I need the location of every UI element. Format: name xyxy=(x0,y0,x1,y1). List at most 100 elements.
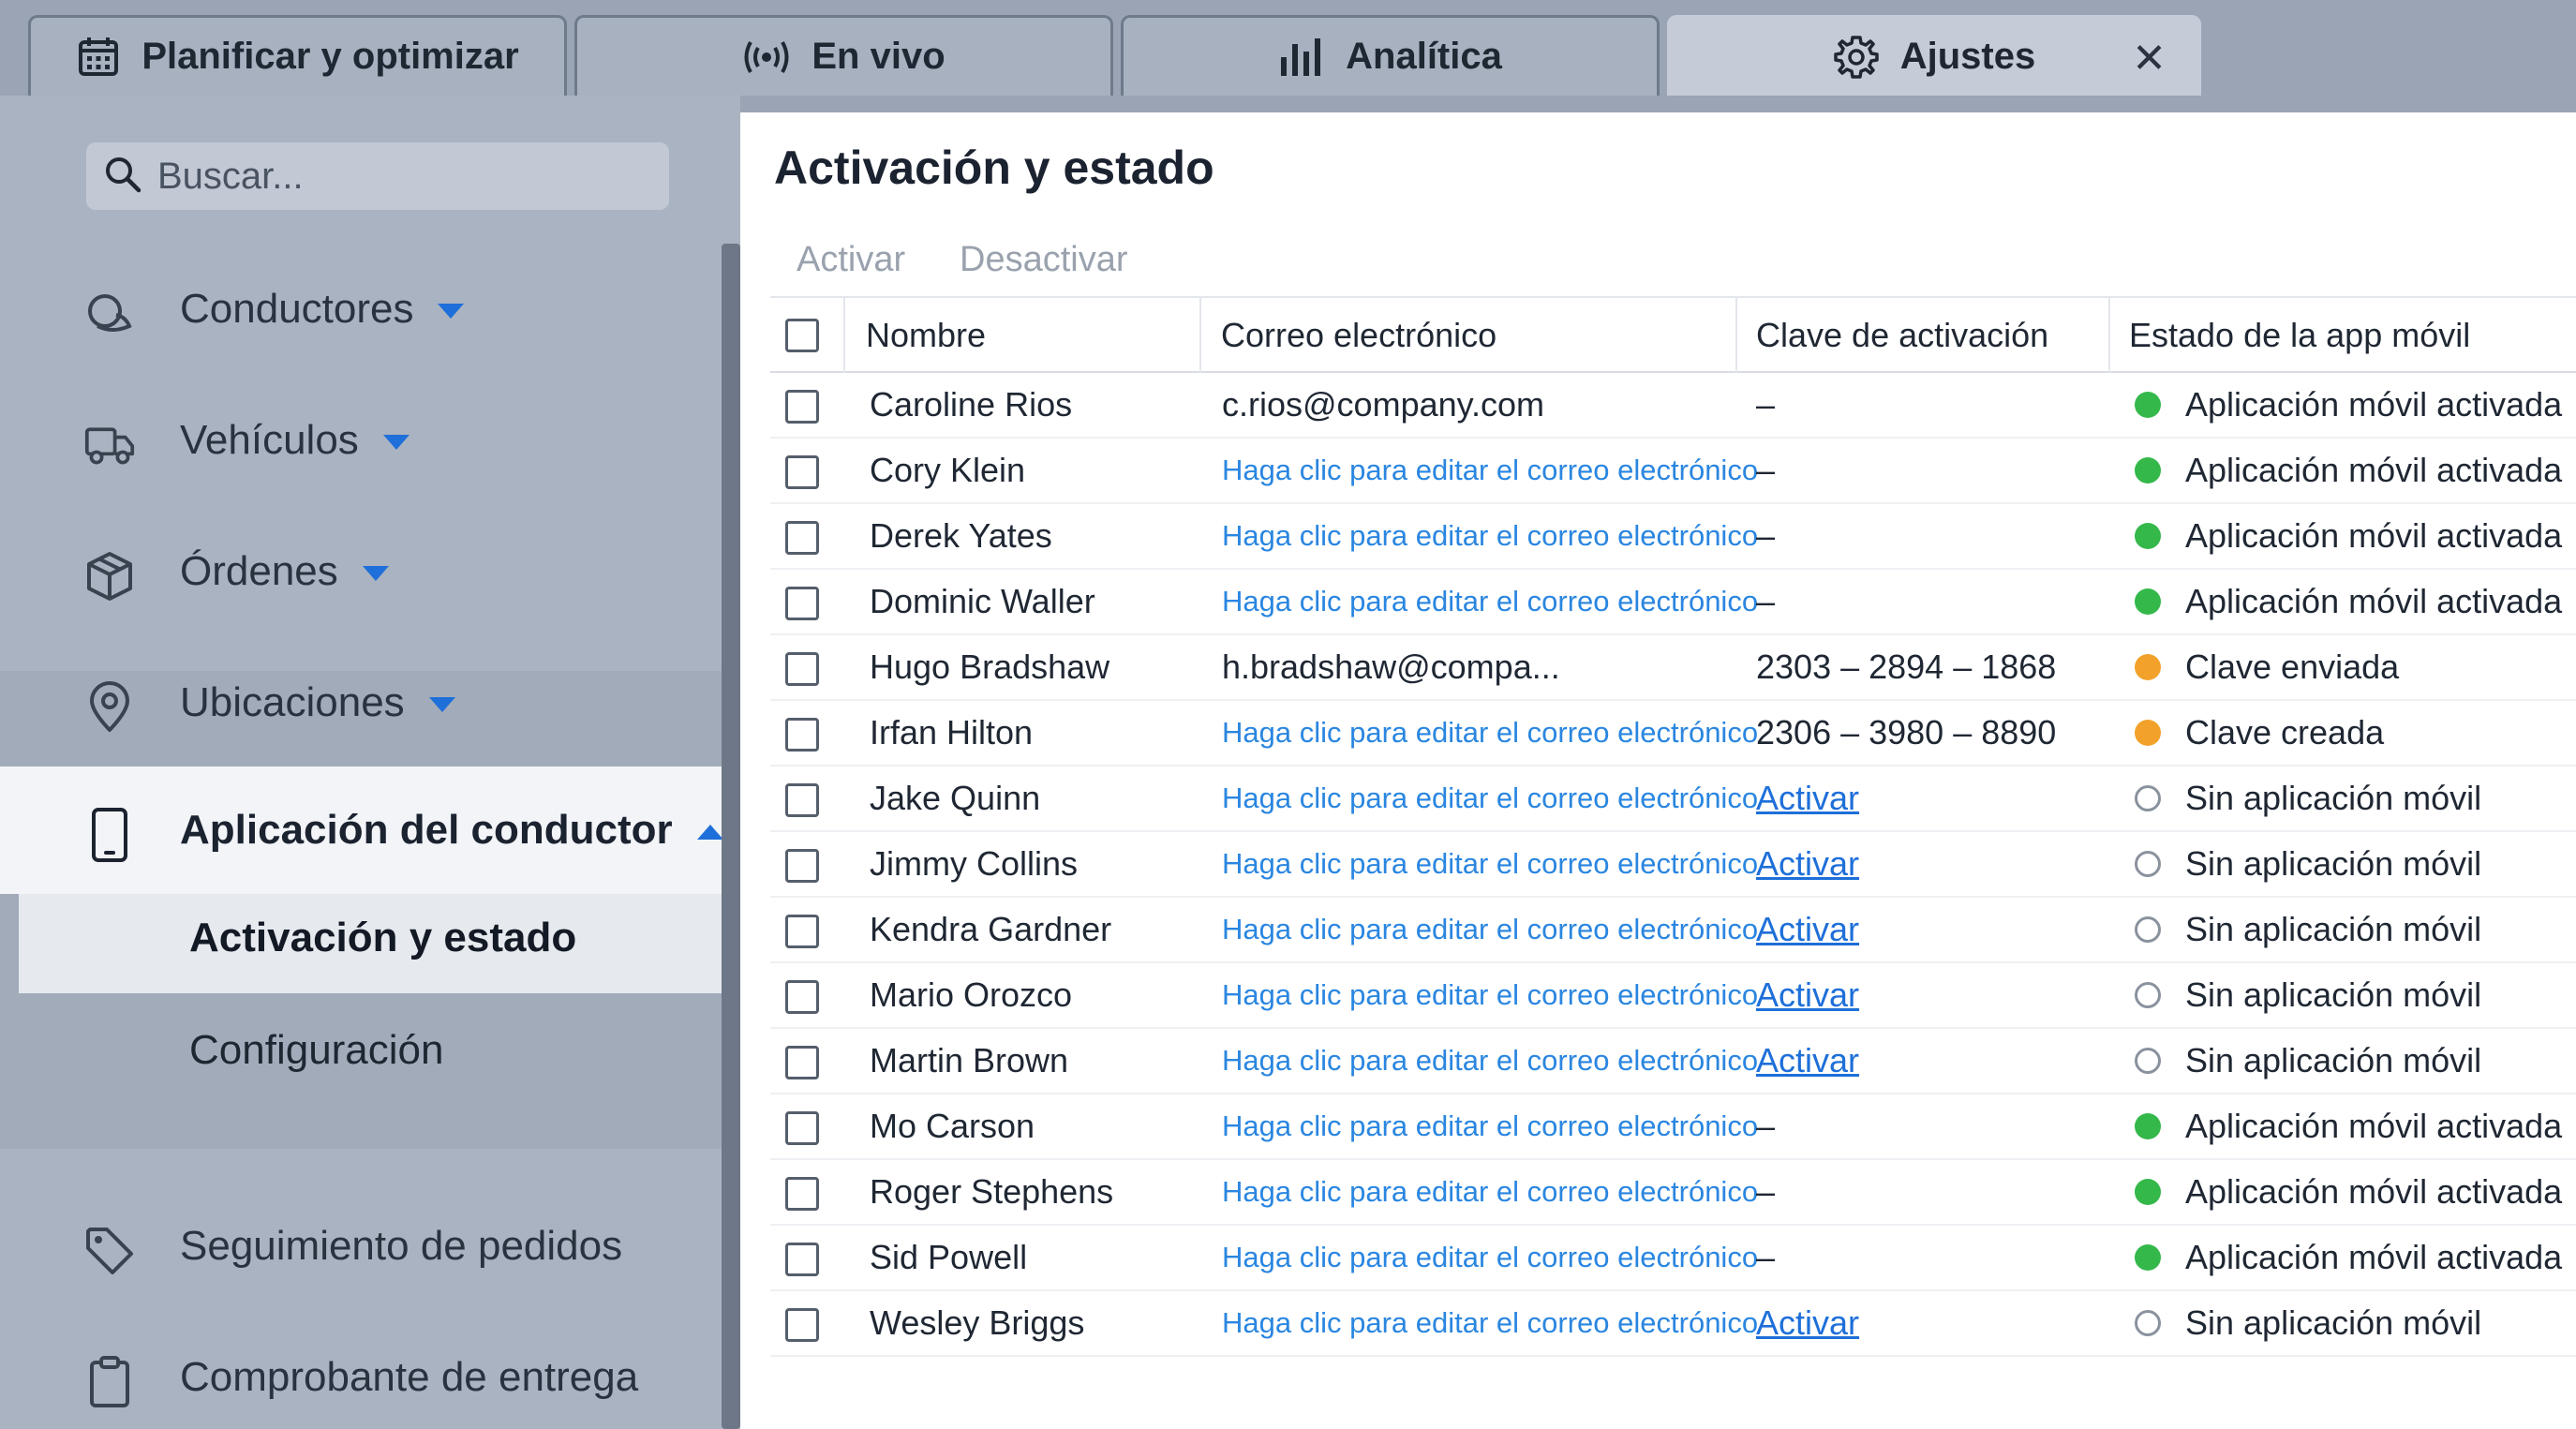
table-row[interactable]: Sid Powell Haga clic para editar el corre… xyxy=(770,1226,2576,1291)
row-checkbox[interactable] xyxy=(785,390,819,424)
table-row[interactable]: Irfan Hilton Haga clic para editar el cor… xyxy=(770,701,2576,767)
edit-email-link[interactable]: Haga clic para editar el correo electrón… xyxy=(1222,1029,1758,1093)
activate-link[interactable]: Activar xyxy=(1756,1291,1859,1355)
tag-icon xyxy=(84,1226,135,1276)
sidebar-item-drivers[interactable]: Conductores xyxy=(0,262,731,356)
close-tab-button[interactable]: ✕ xyxy=(2132,38,2167,80)
row-checkbox[interactable] xyxy=(785,1111,819,1145)
chevron-up-icon[interactable] xyxy=(696,825,723,841)
sidebar-scrollbar[interactable] xyxy=(722,244,740,1429)
table-row[interactable]: Derek Yates Haga clic para editar el corr… xyxy=(770,504,2576,570)
activate-link[interactable]: Activar xyxy=(1756,1029,1859,1093)
edit-email-link[interactable]: Haga clic para editar el correo electrón… xyxy=(1222,439,1758,502)
app-status: Aplicación móvil activada xyxy=(2135,373,2562,437)
sidebar-item-driver-app[interactable]: Aplicación del conductor xyxy=(0,767,740,894)
edit-email-link[interactable]: Haga clic para editar el correo electrón… xyxy=(1222,504,1758,568)
table-row[interactable]: Caroline Rios c.rios@company.com – Aplicaci… xyxy=(770,373,2576,439)
column-header-activation-key[interactable]: Clave de activación xyxy=(1756,298,2048,373)
edit-email-link[interactable]: Haga clic para editar el correo electrón… xyxy=(1222,1094,1758,1158)
app-status: Sin aplicación móvil xyxy=(2135,1029,2481,1093)
table-row[interactable]: Mario Orozco Haga clic para editar el cor… xyxy=(770,963,2576,1029)
driver-name: Irfan Hilton xyxy=(870,713,1034,752)
sidebar-subitem-activation-status[interactable]: Activación y estado xyxy=(189,915,576,961)
table-row[interactable]: Cory Klein Haga clic para editar el corre… xyxy=(770,439,2576,504)
app-status-label: Aplicación móvil activada xyxy=(2185,516,2563,555)
tab-label: Analítica xyxy=(1346,36,1502,77)
table-row[interactable]: Mo Carson Haga clic para editar el correo… xyxy=(770,1094,2576,1160)
driver-name: Roger Stephens xyxy=(870,1172,1114,1211)
row-checkbox[interactable] xyxy=(785,915,819,948)
driver-name: Jimmy Collins xyxy=(870,844,1079,883)
row-checkbox[interactable] xyxy=(785,718,819,752)
edit-email-link[interactable]: Haga clic para editar el correo electrón… xyxy=(1222,570,1758,633)
tab-analytics[interactable]: Analítica xyxy=(1121,15,1660,96)
table-row[interactable]: Jake Quinn Haga clic para editar el corre… xyxy=(770,767,2576,832)
row-checkbox[interactable] xyxy=(785,849,819,883)
search-input[interactable] xyxy=(157,155,645,198)
tab-plan-optimize[interactable]: Planificar y optimizar xyxy=(28,15,567,96)
edit-email-link[interactable]: Haga clic para editar el correo electrón… xyxy=(1222,1226,1758,1289)
edit-email-link[interactable]: Haga clic para editar el correo electrón… xyxy=(1222,963,1758,1027)
table-row[interactable]: Roger Stephens Haga clic para editar el c… xyxy=(770,1160,2576,1226)
app-status-label: Sin aplicación móvil xyxy=(2185,844,2482,883)
tab-label: Ajustes xyxy=(1899,36,2036,77)
app-status-label: Clave enviada xyxy=(2185,648,2400,686)
chevron-down-icon[interactable] xyxy=(382,435,409,451)
row-checkbox[interactable] xyxy=(785,1243,819,1276)
edit-email-link[interactable]: Haga clic para editar el correo electrón… xyxy=(1222,898,1758,961)
table-header: Nombre Correo electrónico Clave de activ… xyxy=(770,296,2576,373)
status-dot-icon xyxy=(2135,1244,2161,1271)
tab-live[interactable]: En vivo xyxy=(574,15,1113,96)
row-checkbox[interactable] xyxy=(785,587,819,620)
table-row[interactable]: Wesley Briggs Haga clic para editar el co… xyxy=(770,1291,2576,1357)
edit-email-link[interactable]: Haga clic para editar el correo electrón… xyxy=(1222,1291,1758,1355)
column-header-app-status[interactable]: Estado de la app móvil xyxy=(2129,298,2470,373)
sidebar-item-label: Aplicación del conductor xyxy=(180,807,673,853)
table-body: Caroline Rios c.rios@company.com – Aplicaci… xyxy=(770,373,2576,1357)
app-status-label: Sin aplicación móvil xyxy=(2185,910,2482,948)
table-row[interactable]: Martin Brown Haga clic para editar el cor… xyxy=(770,1029,2576,1094)
row-checkbox[interactable] xyxy=(785,1177,819,1211)
table-row[interactable]: Kendra Gardner Haga clic para editar el c… xyxy=(770,898,2576,963)
sidebar-item-proof-of-delivery[interactable]: Comprobante de entrega xyxy=(0,1331,731,1424)
phone-icon xyxy=(84,808,135,862)
column-header-name[interactable]: Nombre xyxy=(866,298,986,373)
edit-email-link[interactable]: Haga clic para editar el correo electrón… xyxy=(1222,767,1758,830)
edit-email-link[interactable]: Haga clic para editar el correo electrón… xyxy=(1222,832,1758,896)
chevron-down-icon[interactable] xyxy=(438,304,465,320)
email-value[interactable]: h.bradshaw@compa... xyxy=(1222,635,1560,699)
chevron-down-icon[interactable] xyxy=(362,566,389,582)
edit-email-link[interactable]: Haga clic para editar el correo electrón… xyxy=(1222,1160,1758,1224)
column-header-email[interactable]: Correo electrónico xyxy=(1221,298,1496,373)
tab-settings[interactable]: Ajustes ✕ xyxy=(1667,15,2201,96)
edit-email-link[interactable]: Haga clic para editar el correo electrón… xyxy=(1222,701,1758,765)
sidebar-item-order-tracking[interactable]: Seguimiento de pedidos xyxy=(0,1199,731,1293)
broadcast-icon xyxy=(742,38,791,76)
row-checkbox[interactable] xyxy=(785,455,819,489)
email-value[interactable]: c.rios@company.com xyxy=(1222,373,1544,437)
row-checkbox[interactable] xyxy=(785,1308,819,1342)
sidebar-item-vehicles[interactable]: Vehículos xyxy=(0,394,731,487)
select-all-checkbox[interactable] xyxy=(785,319,819,352)
activate-link[interactable]: Activar xyxy=(1756,898,1859,961)
app-status: Sin aplicación móvil xyxy=(2135,832,2481,896)
search-box[interactable] xyxy=(86,142,669,210)
row-checkbox[interactable] xyxy=(785,980,819,1014)
deactivate-button[interactable]: Desactivar xyxy=(960,240,1128,280)
row-checkbox[interactable] xyxy=(785,652,819,686)
sidebar-subitem-configuration[interactable]: Configuración xyxy=(189,1027,444,1074)
sidebar-item-locations[interactable]: Ubicaciones xyxy=(0,656,731,750)
table-row[interactable]: Jimmy Collins Haga clic para editar el co… xyxy=(770,832,2576,898)
sidebar-item-label: Seguimiento de pedidos xyxy=(180,1223,623,1269)
sidebar-item-orders[interactable]: Órdenes xyxy=(0,525,731,618)
table-row[interactable]: Hugo Bradshaw h.bradshaw@compa... 2303 – 2… xyxy=(770,635,2576,701)
activate-link[interactable]: Activar xyxy=(1756,963,1859,1027)
row-checkbox[interactable] xyxy=(785,521,819,555)
activate-link[interactable]: Activar xyxy=(1756,832,1859,896)
row-checkbox[interactable] xyxy=(785,783,819,817)
table-row[interactable]: Dominic Waller Haga clic para editar el c… xyxy=(770,570,2576,635)
row-checkbox[interactable] xyxy=(785,1046,819,1079)
activate-button[interactable]: Activar xyxy=(797,240,905,280)
activate-link[interactable]: Activar xyxy=(1756,767,1859,830)
chevron-down-icon[interactable] xyxy=(428,697,455,713)
